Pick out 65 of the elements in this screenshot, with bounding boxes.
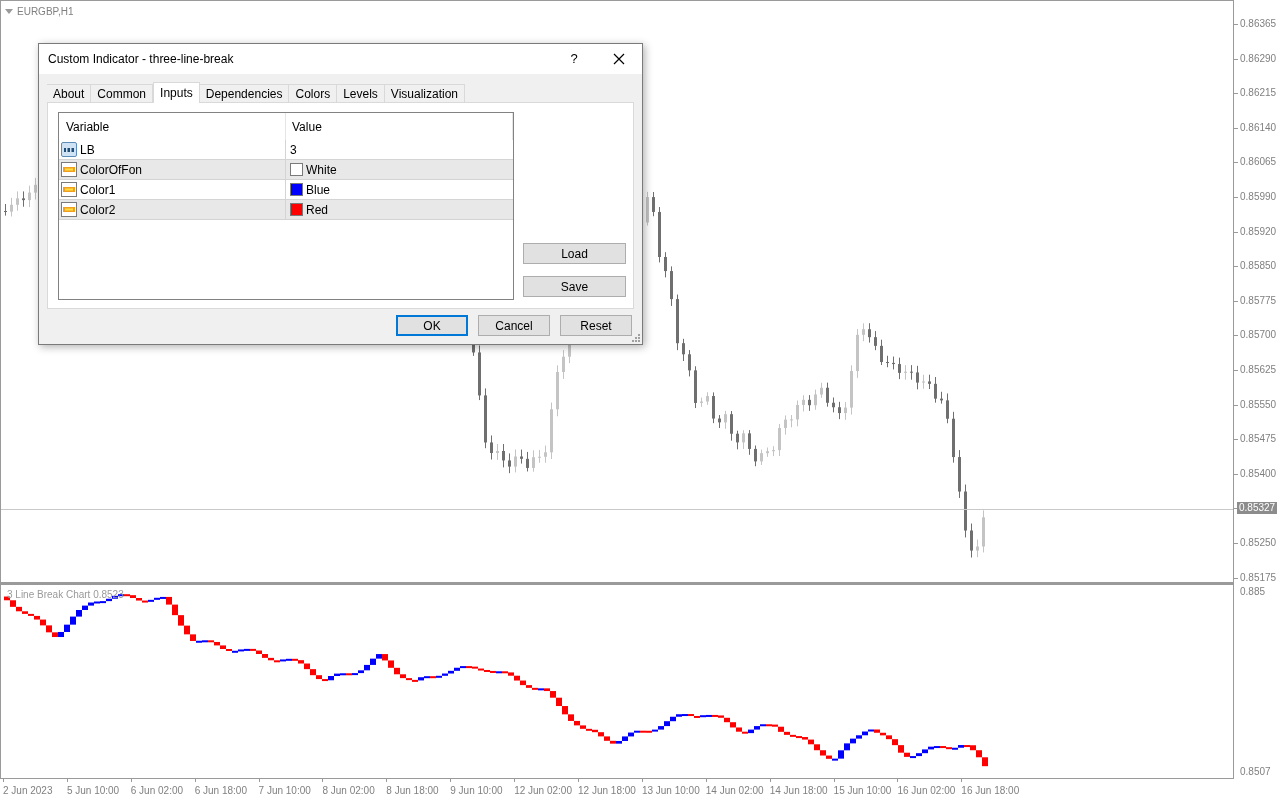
tab[interactable]: Common [91,84,154,102]
time-label: 15 Jun 10:00 [833,784,892,798]
time-label: 14 Jun 18:00 [769,784,828,798]
time-label: 8 Jun 02:00 [322,784,375,798]
price-label: 0.85400 [1240,467,1277,480]
price-label: 0.85550 [1240,398,1277,411]
dialog-title: Custom Indicator - three-line-break [48,51,235,68]
chart-symbol: EURGBP,H1 [17,5,74,19]
number-type-icon [61,142,77,157]
time-label: 14 Jun 02:00 [705,784,764,798]
axis-label: 0.8507 [1240,765,1271,779]
close-icon [613,53,625,65]
time-label: 16 Jun 02:00 [897,784,956,798]
price-label: 0.85250 [1240,537,1277,549]
tab[interactable]: Dependencies [199,84,290,102]
tab[interactable]: Levels [337,84,385,102]
time-label: 8 Jun 18:00 [386,784,439,798]
axis-label: 0.885 [1240,585,1266,599]
resize-grip-icon[interactable] [632,334,640,342]
tab[interactable]: Visualization [384,84,465,102]
price-label: 0.85850 [1240,260,1277,273]
price-label: 0.86065 [1240,156,1277,169]
price-label: 0.85475 [1240,433,1277,446]
price-label: 0.86140 [1240,121,1277,134]
help-button[interactable]: ? [552,44,596,74]
load-button[interactable]: Load [523,243,626,264]
time-label: 12 Jun 18:00 [578,784,636,798]
color-type-icon [61,162,77,177]
input-value[interactable]: Red [306,200,328,219]
price-label: 0.86365 [1240,18,1277,30]
tab[interactable]: About [47,84,92,102]
input-value[interactable]: 3 [290,140,297,159]
cancel-button[interactable]: Cancel [478,315,550,336]
input-value[interactable]: Blue [306,180,331,199]
price-label: 0.86215 [1240,87,1277,100]
save-button[interactable]: Save [523,276,626,297]
price-label: 0.85920 [1240,225,1277,238]
variable-name: LB [80,141,95,159]
variable-name: ColorOfFon [80,161,143,179]
tab[interactable]: Inputs [153,82,200,103]
tab[interactable]: Colors [289,84,338,102]
price-label: 0.85700 [1240,329,1277,342]
time-label: 13 Jun 10:00 [641,784,700,798]
time-label: 16 Jun 18:00 [961,784,1020,798]
time-label: 6 Jun 18:00 [194,784,247,798]
current-price-label: 0.85327 [1237,502,1278,515]
time-label: 7 Jun 10:00 [258,784,311,798]
ok-button[interactable]: OK [396,315,468,336]
input-value[interactable]: White [306,160,337,179]
variable-name: Color1 [80,181,116,199]
time-label: 6 Jun 02:00 [130,784,184,798]
indicator-label: 3 Line Break Chart 0.8523 [7,588,124,602]
price-label: 0.85990 [1240,191,1277,203]
price-label: 0.85775 [1240,294,1277,307]
time-label: 2 Jun 2023 [3,784,53,798]
price-label: 0.85175 [1240,571,1277,584]
reset-button[interactable]: Reset [560,315,632,336]
time-label: 5 Jun 10:00 [66,784,120,798]
time-label: 12 Jun 02:00 [514,784,572,798]
dropdown-icon[interactable] [5,8,13,15]
time-label: 9 Jun 10:00 [450,784,503,798]
variable-name: Color2 [80,201,116,219]
price-label: 0.85625 [1240,364,1277,376]
price-label: 0.86290 [1240,52,1277,65]
color-type-icon [61,202,77,217]
